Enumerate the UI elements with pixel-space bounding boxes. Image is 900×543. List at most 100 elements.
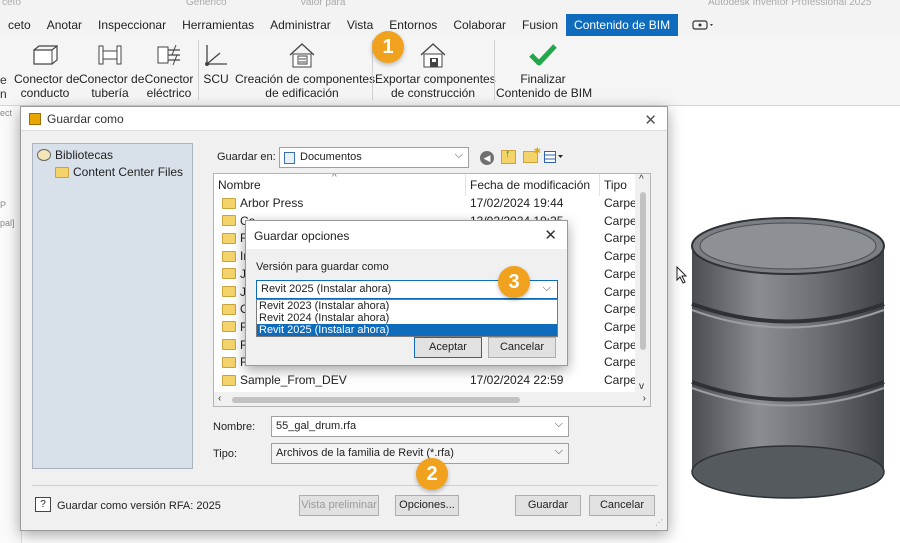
version-option[interactable]: Revit 2023 (Instalar ahora): [257, 300, 557, 312]
finalizar-bim-label: Finalizar Contenido de BIM: [496, 72, 593, 100]
conector-tuberia-button[interactable]: Conector de tubería: [79, 38, 145, 100]
tab-ceto[interactable]: ceto: [0, 14, 39, 36]
file-name-input[interactable]: 55_gal_drum.rfa ⌵: [271, 416, 569, 437]
checkmark-icon: [496, 38, 590, 72]
tab-inspeccionar[interactable]: Inspeccionar: [90, 14, 174, 36]
ucs-icon: [202, 38, 230, 72]
finalizar-bim-button[interactable]: Finalizar Contenido de BIM: [496, 38, 593, 100]
file-name-value: 55_gal_drum.rfa: [276, 420, 357, 432]
duct-connector-icon: [14, 38, 76, 72]
callout-badge: 3: [498, 266, 530, 298]
folder-icon: [55, 166, 69, 178]
library-icon: [37, 149, 51, 161]
conector-conducto-button[interactable]: Conector de conducto: [14, 38, 79, 100]
folder-icon: [222, 268, 236, 280]
scrollbar-thumb[interactable]: [232, 397, 520, 403]
browser-fragment: P: [0, 200, 7, 210]
tab-fusion[interactable]: Fusion: [514, 14, 566, 36]
column-name[interactable]: Nombre: [218, 178, 261, 192]
accept-button[interactable]: Aceptar: [414, 337, 482, 358]
browser-fragment: ect: [0, 108, 13, 118]
vertical-scrollbar[interactable]: ^ v: [635, 174, 650, 392]
version-label: Versión para guardar como: [256, 261, 389, 273]
ribbon-cut-label: e n: [0, 73, 7, 101]
file-name: Arbor Press: [240, 196, 304, 210]
tab-colaborar[interactable]: Colaborar: [445, 14, 514, 36]
view-menu-icon[interactable]: [544, 151, 564, 164]
folder-icon: [222, 197, 236, 209]
file-type-select[interactable]: Archivos de la familia de Revit (*.rfa) …: [271, 443, 569, 464]
column-date[interactable]: Fecha de modificación: [470, 178, 590, 192]
up-folder-icon[interactable]: ↑: [501, 148, 516, 164]
callout-badge: 2: [416, 458, 448, 490]
help-icon[interactable]: ?: [35, 497, 51, 512]
save-button[interactable]: Guardar: [515, 495, 581, 516]
resize-grip-icon[interactable]: ⋰: [655, 518, 665, 528]
version-option[interactable]: Revit 2025 (Instalar ahora): [257, 324, 557, 336]
conector-electrico-button[interactable]: Conector eléctrico: [144, 38, 194, 100]
scroll-up-icon[interactable]: ^: [639, 174, 644, 185]
tab-vista[interactable]: Vista: [339, 14, 381, 36]
window-title-strip: ceto Genérico Valor para Autodesk Invent…: [0, 0, 900, 14]
file-row[interactable]: Sample_From_DEV 17/02/2024 22:59 Carpet: [214, 372, 640, 390]
dialog-divider: [32, 485, 658, 486]
options-button[interactable]: Opciones...: [395, 495, 459, 516]
ribbon-panel: e n Conector de conducto Conector de tub…: [0, 36, 900, 106]
file-date: 17/02/2024 19:44: [470, 196, 564, 210]
tab-contenido-bim[interactable]: Contenido de BIM: [566, 14, 679, 36]
tab-herramientas[interactable]: Herramientas: [174, 14, 262, 36]
folder-icon: [222, 250, 236, 262]
conector-tuberia-label: Conector de tubería: [79, 72, 145, 100]
back-icon[interactable]: ◀: [480, 151, 494, 165]
file-list-header: Nombre ^ Fecha de modificación Tipo: [214, 174, 650, 196]
folder-icon: [222, 215, 236, 227]
folder-icon: [222, 339, 236, 351]
mouse-cursor-icon: [676, 265, 688, 287]
file-type-value: Archivos de la familia de Revit (*.rfa): [276, 447, 454, 459]
scroll-right-icon[interactable]: ›: [643, 393, 646, 404]
drum-model-viewport[interactable]: [686, 214, 890, 504]
ribbon-tabs: ceto Anotar Inspeccionar Herramientas Ad…: [0, 14, 900, 36]
chevron-down-icon: ⌵: [542, 282, 551, 294]
sort-arrow-icon: ^: [332, 173, 337, 183]
column-type[interactable]: Tipo: [604, 178, 627, 192]
scrollbar-thumb[interactable]: [640, 192, 646, 350]
places-item-content-center[interactable]: Content Center Files: [55, 165, 183, 179]
places-item-label: Content Center Files: [73, 165, 184, 179]
browser-fragment: pal]: [0, 218, 15, 228]
scroll-down-icon[interactable]: v: [639, 381, 644, 392]
options-cancel-button[interactable]: Cancelar: [488, 337, 556, 358]
places-panel: Bibliotecas Content Center Files: [32, 143, 193, 469]
horizontal-scrollbar[interactable]: ‹ ›: [214, 392, 650, 406]
ribbon-separator: [198, 40, 199, 100]
scu-label: SCU: [203, 72, 229, 86]
creacion-componentes-button[interactable]: Creación de componentes de edificación: [235, 38, 375, 100]
scu-button[interactable]: SCU: [202, 38, 230, 86]
exportar-componentes-label: Exportar componentes de construcción: [375, 72, 496, 100]
close-icon[interactable]: ✕: [544, 226, 557, 244]
cancel-button[interactable]: Cancelar: [589, 495, 655, 516]
places-item-bibliotecas[interactable]: Bibliotecas: [37, 148, 113, 162]
tab-administrar[interactable]: Administrar: [262, 14, 339, 36]
save-in-combo[interactable]: Documentos ⌵: [279, 147, 469, 168]
documents-icon: [284, 152, 295, 164]
column-divider: [465, 174, 466, 196]
scroll-left-icon[interactable]: ‹: [218, 393, 221, 404]
inventor-app-icon: [29, 112, 41, 125]
new-folder-icon[interactable]: ✱: [523, 146, 541, 163]
version-option[interactable]: Revit 2024 (Instalar ahora): [257, 312, 557, 324]
ribbon-separator: [494, 40, 495, 100]
valor-label: Valor para: [300, 0, 346, 8]
electrical-connector-icon: [144, 38, 194, 72]
ribbon-display-options-icon[interactable]: [678, 14, 724, 36]
folder-icon: [222, 303, 236, 315]
chevron-down-icon: ⌵: [554, 445, 563, 457]
tab-anotar[interactable]: Anotar: [39, 14, 90, 36]
close-icon[interactable]: ✕: [644, 111, 657, 129]
folder-icon: [222, 321, 236, 333]
callout-badge: 1: [372, 31, 404, 63]
browser-panel: ect P pal]: [0, 106, 22, 543]
preview-button[interactable]: Vista preliminar: [299, 495, 379, 516]
chevron-down-icon: ⌵: [554, 418, 563, 430]
file-row[interactable]: Arbor Press 17/02/2024 19:44 Carpet: [214, 195, 640, 213]
